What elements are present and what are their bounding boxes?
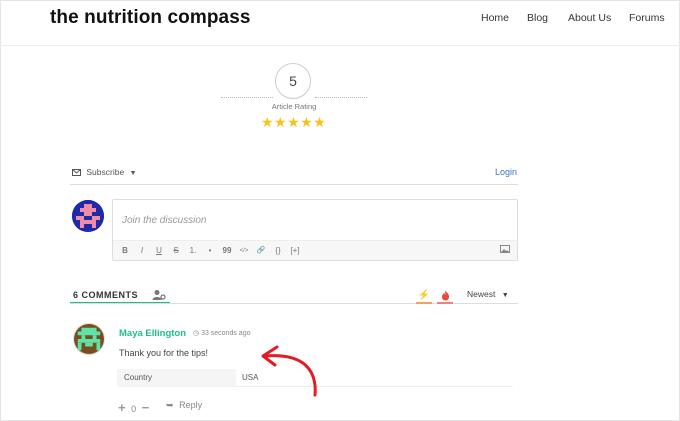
bullet-list-button[interactable]: • bbox=[204, 244, 216, 258]
annotation-arrow-icon bbox=[261, 345, 317, 397]
caret-down-icon: ▼ bbox=[129, 170, 137, 177]
subscribe-label: Subscribe bbox=[86, 167, 125, 177]
italic-button[interactable]: I bbox=[136, 244, 148, 258]
login-link[interactable]: Login bbox=[495, 167, 517, 177]
comment-text: Thank you for the tips! bbox=[119, 348, 209, 358]
comment-input[interactable] bbox=[113, 200, 517, 240]
nav-home[interactable]: Home bbox=[481, 12, 509, 24]
comment-time-label: 33 seconds ago bbox=[201, 330, 251, 337]
sort-dropdown[interactable]: Newest ▼ bbox=[467, 289, 509, 299]
underline-button[interactable]: U bbox=[153, 244, 165, 258]
comments-count: 6 COMMENTS bbox=[73, 290, 139, 300]
bold-button[interactable]: B bbox=[119, 244, 131, 258]
avatar bbox=[72, 200, 104, 232]
envelope-icon bbox=[72, 169, 81, 176]
subscribe-dropdown[interactable]: Subscribe ▼ bbox=[72, 167, 137, 177]
reply-label: Reply bbox=[179, 400, 203, 410]
code-block-button[interactable]: {} bbox=[272, 244, 284, 258]
site-title[interactable]: the nutrition compass bbox=[50, 7, 251, 29]
image-upload-icon[interactable] bbox=[499, 244, 511, 258]
divider bbox=[221, 97, 273, 98]
comment-author[interactable]: Maya Ellington bbox=[119, 328, 186, 339]
code-button[interactable]: </> bbox=[238, 244, 250, 258]
reply-icon: ➥ bbox=[166, 400, 174, 410]
flame-icon bbox=[441, 290, 449, 301]
caret-down-icon: ▼ bbox=[501, 292, 509, 299]
rating-label: Article Rating bbox=[271, 102, 317, 111]
identicon-icon bbox=[74, 324, 104, 354]
hot-button[interactable] bbox=[437, 288, 453, 304]
trending-button[interactable]: ⚡ bbox=[416, 288, 432, 304]
nav-forums[interactable]: Forums bbox=[629, 12, 665, 24]
divider bbox=[315, 97, 367, 98]
editor-toolbar: B I U S 1. • 99 </> 🔗 {} [+] bbox=[113, 240, 517, 260]
nav-blog[interactable]: Blog bbox=[527, 12, 548, 24]
identicon-icon bbox=[72, 200, 104, 232]
clock-icon: ◷ bbox=[193, 330, 200, 337]
comment-editor: B I U S 1. • 99 </> 🔗 {} [+] bbox=[112, 199, 518, 261]
vote-count: 0 bbox=[131, 404, 137, 414]
comment-time[interactable]: ◷ 33 seconds ago bbox=[193, 329, 251, 337]
quote-button[interactable]: 99 bbox=[221, 244, 233, 258]
rating-stars[interactable]: ★★★★★ bbox=[261, 114, 326, 131]
avatar bbox=[73, 323, 105, 355]
meta-key: Country bbox=[117, 369, 236, 387]
rating-value: 5 bbox=[275, 63, 311, 99]
divider bbox=[70, 184, 518, 185]
site-header: the nutrition compass Home Blog About Us… bbox=[0, 0, 680, 46]
nav-about-us[interactable]: About Us bbox=[568, 12, 611, 24]
downvote-icon[interactable]: − bbox=[142, 400, 150, 415]
reply-button[interactable]: ➥ Reply bbox=[166, 400, 202, 411]
link-button[interactable]: 🔗 bbox=[255, 244, 267, 258]
lightning-icon: ⚡ bbox=[417, 290, 431, 301]
spoiler-button[interactable]: [+] bbox=[287, 244, 303, 258]
sort-label: Newest bbox=[467, 289, 496, 299]
upvote-icon[interactable]: + bbox=[118, 400, 126, 415]
vote-controls: + 0 − bbox=[118, 400, 149, 415]
ordered-list-button[interactable]: 1. bbox=[187, 244, 199, 258]
strike-button[interactable]: S bbox=[170, 244, 182, 258]
